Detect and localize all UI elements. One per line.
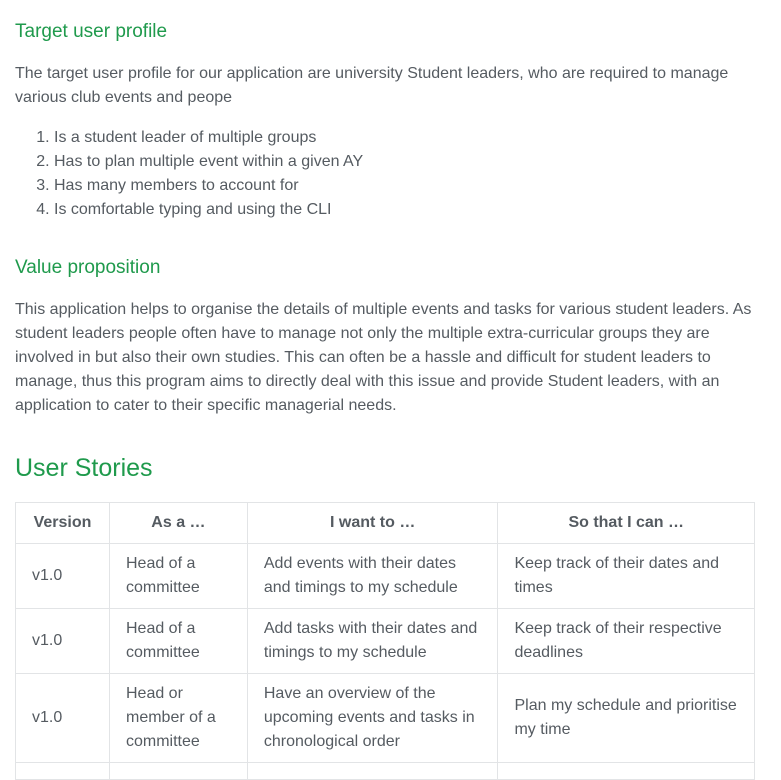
list-item: Has to plan multiple event within a give… — [54, 150, 363, 174]
cell-role: Head or member of a committee — [108, 673, 248, 763]
column-header-as-a: As a … — [108, 502, 248, 544]
table-row — [15, 762, 755, 780]
user-stories-table: Version As a … I want to … So that I can… — [15, 502, 755, 780]
cell-benefit: Plan my schedule and prioritise my time — [497, 673, 755, 763]
target-user-profile-intro: The target user profile for our applicat… — [15, 65, 729, 106]
column-header-so-that-i-can: So that I can … — [497, 502, 755, 544]
cell-benefit: Keep track of their respective deadlines — [497, 608, 755, 674]
table-row: v1.0 Head of a committee Add events with… — [15, 543, 755, 609]
cell-version: v1.0 — [15, 543, 110, 609]
cell-want — [246, 762, 499, 780]
user-stories-heading: User Stories — [15, 454, 153, 482]
table-row: v1.0 Head or member of a committee Have … — [15, 673, 755, 763]
cell-role: Head of a committee — [108, 543, 248, 609]
table-row: v1.0 Head of a committee Add tasks with … — [15, 608, 755, 674]
list-item: Is a student leader of multiple groups — [54, 126, 363, 150]
value-proposition-body: This application helps to organise the d… — [15, 301, 752, 414]
cell-role: Head of a committee — [108, 608, 248, 674]
value-proposition-heading: Value proposition — [15, 257, 161, 278]
table-header-row: Version As a … I want to … So that I can… — [15, 502, 755, 544]
cell-want: Add tasks with their dates and timings t… — [246, 608, 499, 674]
cell-version — [15, 762, 110, 780]
target-user-profile-list: Is a student leader of multiple groups H… — [15, 126, 363, 222]
cell-version: v1.0 — [15, 608, 110, 674]
cell-role — [108, 762, 248, 780]
cell-want: Have an overview of the upcoming events … — [246, 673, 499, 763]
cell-benefit: Keep track of their dates and times — [497, 543, 755, 609]
cell-benefit — [497, 762, 755, 780]
list-item: Is comfortable typing and using the CLI — [54, 198, 363, 222]
target-user-profile-heading: Target user profile — [15, 21, 168, 42]
list-item: Has many members to account for — [54, 174, 363, 198]
cell-version: v1.0 — [15, 673, 110, 763]
cell-want: Add events with their dates and timings … — [246, 543, 499, 609]
column-header-i-want-to: I want to … — [246, 502, 499, 544]
column-header-version: Version — [15, 502, 110, 544]
